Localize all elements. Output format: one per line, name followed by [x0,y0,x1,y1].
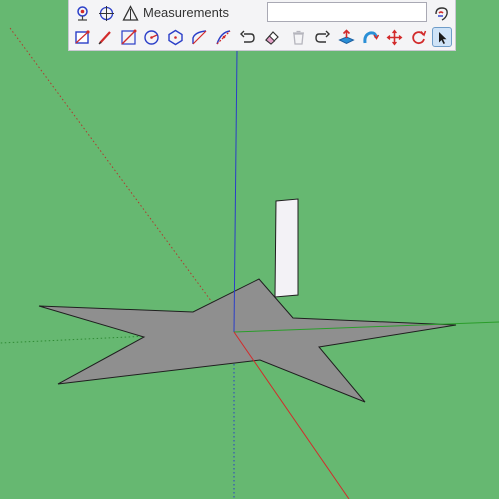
rectangle-icon[interactable] [72,27,92,47]
toolbar: Measurements [68,0,456,51]
eraser-icon[interactable] [261,27,281,47]
arc-pie-icon[interactable] [213,27,233,47]
arc-icon[interactable] [189,27,209,47]
move-icon[interactable] [384,27,404,47]
geo-location-icon[interactable] [72,3,92,23]
3d-viewport[interactable] [0,0,499,499]
push-pull-icon[interactable] [336,27,356,47]
instructor-icon[interactable] [431,3,451,23]
measurements-icon [120,3,140,23]
pencil-icon[interactable] [95,27,115,47]
select-arrow-icon[interactable] [432,27,452,47]
vertical-panel[interactable] [274,198,299,298]
line-icon[interactable] [118,27,138,47]
measurements-input[interactable] [267,2,427,22]
redo-icon[interactable] [312,27,332,47]
polygon-icon[interactable] [165,27,185,47]
trash-icon[interactable] [288,27,308,47]
rotate-icon[interactable] [408,27,428,47]
undo-icon[interactable] [237,27,257,47]
circle-icon[interactable] [141,27,161,47]
follow-me-icon[interactable] [360,27,380,47]
viewport-background[interactable] [0,0,499,499]
orbit-target-icon[interactable] [96,3,116,23]
measurements-label: Measurements [143,5,229,20]
